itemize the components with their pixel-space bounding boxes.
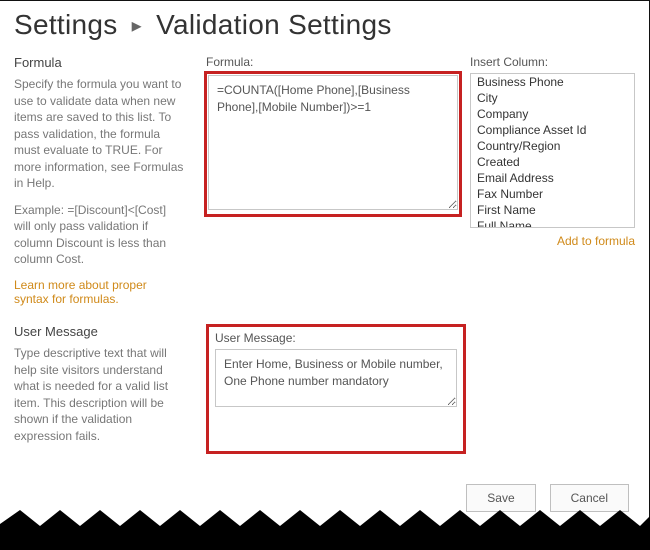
column-option[interactable]: Compliance Asset Id [471,122,634,138]
usermsg-field-label: User Message: [215,331,457,345]
column-option[interactable]: City [471,90,634,106]
column-option[interactable]: Full Name [471,218,634,228]
insert-column-list[interactable]: Business PhoneCityCompanyCompliance Asse… [470,73,635,228]
chevron-right-icon: ▸ [132,15,142,37]
formula-heading: Formula [14,55,184,70]
breadcrumb-settings[interactable]: Settings [14,9,118,40]
column-option[interactable]: Business Phone [471,74,634,90]
page-title: Settings ▸ Validation Settings [14,9,635,41]
column-option[interactable]: Created [471,154,634,170]
formula-field-label: Formula: [206,55,460,69]
column-option[interactable]: Fax Number [471,186,634,202]
insert-column-label: Insert Column: [470,55,635,69]
column-option[interactable]: Country/Region [471,138,634,154]
breadcrumb-validation: Validation Settings [156,9,392,40]
column-option[interactable]: First Name [471,202,634,218]
add-to-formula-link[interactable]: Add to formula [557,234,635,248]
formula-desc2: Example: =[Discount]<[Cost] will only pa… [14,202,184,268]
formula-input[interactable] [208,75,458,210]
usermsg-input[interactable] [215,349,457,407]
section-formula: Formula Specify the formula you want to … [14,55,635,306]
column-option[interactable]: Email Address [471,170,634,186]
formula-desc1: Specify the formula you want to use to v… [14,76,184,192]
usermsg-heading: User Message [14,324,184,339]
column-option[interactable]: Company [471,106,634,122]
torn-edge-decoration [0,506,650,550]
syntax-help-link[interactable]: Learn more about proper syntax for formu… [14,278,147,306]
usermsg-desc: Type descriptive text that will help sit… [14,345,184,444]
section-user-message: User Message Type descriptive text that … [14,324,635,454]
